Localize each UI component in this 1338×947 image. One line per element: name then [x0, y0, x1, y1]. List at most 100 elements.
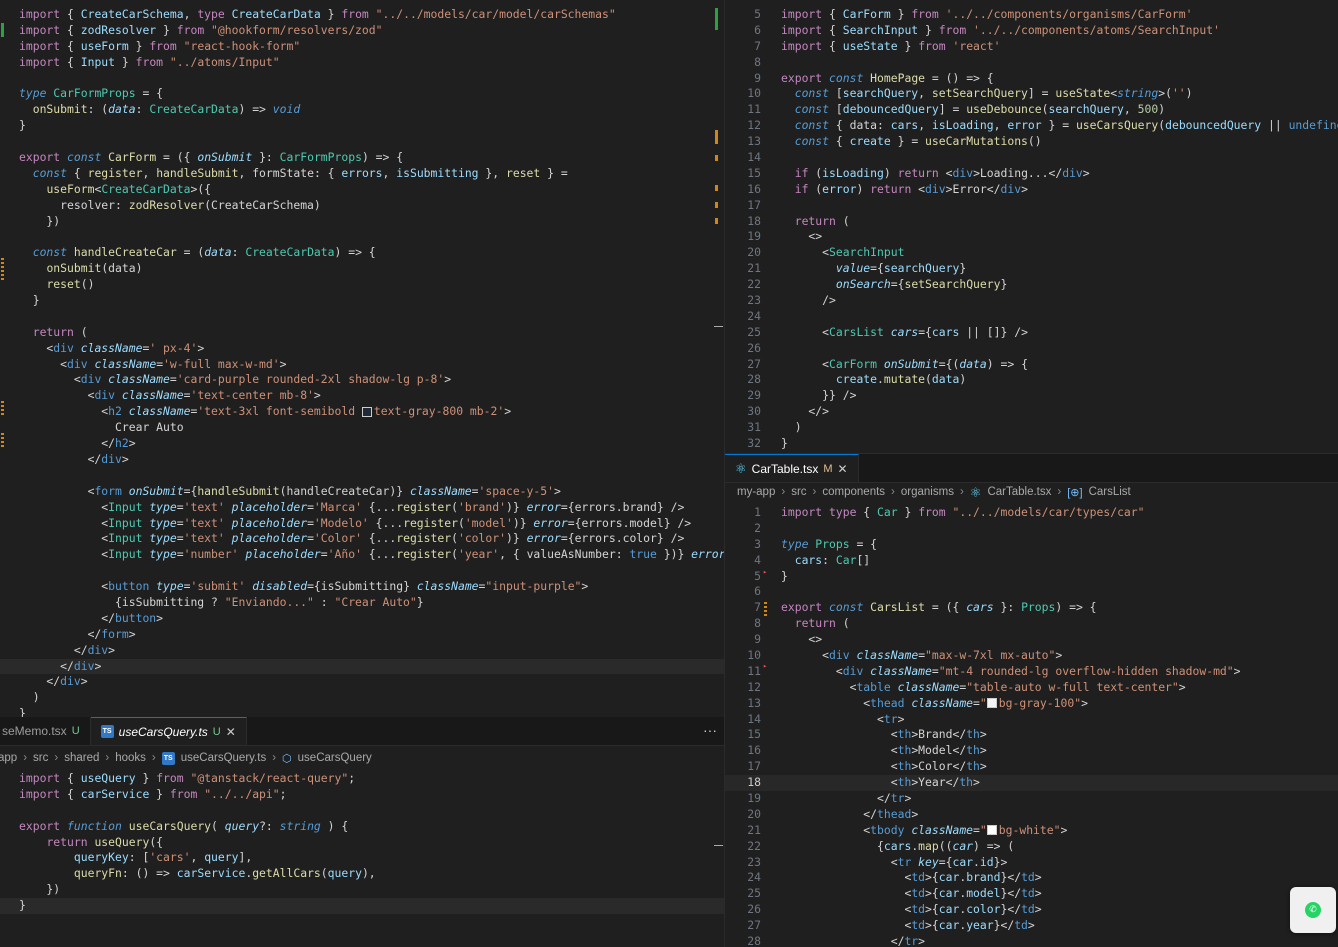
code-line[interactable]: 20 <SearchInput: [725, 245, 1338, 261]
code-line[interactable]: 13 <thead className=" bg-gray-100">: [725, 696, 1338, 712]
code-line[interactable]: 18 return (: [725, 214, 1338, 230]
code-line[interactable]: 22 {cars.map((car) => (: [725, 839, 1338, 855]
code-line[interactable]: 2: [725, 521, 1338, 537]
code-line[interactable]: }): [0, 214, 724, 230]
code-line[interactable]: 11 <div className="mt-4 rounded-lg overf…: [725, 664, 1338, 680]
code-line[interactable]: </div>: [0, 658, 724, 675]
left-bottom-code-editor[interactable]: import { useQuery } from "@tanstack/reac…: [0, 771, 724, 947]
tab-usememo[interactable]: seMemo.tsx U: [0, 717, 91, 745]
code-line[interactable]: 23 <tr key={car.id}>: [725, 855, 1338, 871]
code-line[interactable]: 6 import { SearchInput } from '../../comp…: [725, 23, 1338, 39]
code-line[interactable]: <div className='w-full max-w-md'>: [0, 357, 724, 373]
code-line[interactable]: <Input type='text' placeholder='Modelo' …: [0, 516, 724, 532]
code-line[interactable]: 28 </tr>: [725, 934, 1338, 947]
breadcrumb-item[interactable]: my-app: [737, 486, 775, 498]
close-icon[interactable]: ✕: [226, 725, 236, 739]
right-top-code-editor[interactable]: 5 import { CarForm } from '../../componen…: [725, 7, 1338, 453]
code-line[interactable]: 7 import { useState } from 'react': [725, 39, 1338, 55]
code-line[interactable]: }: [0, 706, 724, 717]
code-line[interactable]: import { useForm } from "react-hook-form…: [0, 39, 724, 55]
code-line[interactable]: 29 }} />: [725, 388, 1338, 404]
code-line[interactable]: 12 <table className="table-auto w-full t…: [725, 680, 1338, 696]
code-line[interactable]: [0, 229, 724, 245]
color-swatch-icon[interactable]: [361, 406, 372, 417]
code-line[interactable]: 7 export const CarsList = ({ cars }: Prop…: [725, 600, 1338, 616]
code-line[interactable]: 19 </tr>: [725, 791, 1338, 807]
code-line[interactable]: }): [0, 882, 724, 898]
code-line[interactable]: 9 <>: [725, 632, 1338, 648]
code-line[interactable]: 3 type Props = {: [725, 537, 1338, 553]
code-line[interactable]: 25 <td>{car.model}</td>: [725, 886, 1338, 902]
code-line[interactable]: 22 onSearch={setSearchQuery}: [725, 277, 1338, 293]
code-line[interactable]: ): [0, 690, 724, 706]
code-line[interactable]: </button>: [0, 611, 724, 627]
code-line[interactable]: 16 if (error) return <div>Error</div>: [725, 182, 1338, 198]
code-line[interactable]: 12 const { data: cars, isLoading, error …: [725, 118, 1338, 134]
code-line[interactable]: type CarFormProps = {: [0, 86, 724, 102]
code-line[interactable]: [0, 309, 724, 325]
code-line[interactable]: </h2>: [0, 436, 724, 452]
code-line[interactable]: 17 <th>Color</th>: [725, 759, 1338, 775]
code-line[interactable]: 19 <>: [725, 229, 1338, 245]
breadcrumb-item[interactable]: components: [822, 486, 885, 498]
code-line[interactable]: 28 create.mutate(data): [725, 372, 1338, 388]
breadcrumb-item[interactable]: hooks: [115, 752, 146, 764]
right-bottom-code-editor[interactable]: 1 import type { Car } from "../../models/…: [725, 505, 1338, 947]
code-line[interactable]: 5}: [725, 569, 1338, 585]
code-line[interactable]: 30 </>: [725, 404, 1338, 420]
code-line[interactable]: 15 if (isLoading) return <div>Loading...…: [725, 166, 1338, 182]
code-line[interactable]: onSubmit(data): [0, 261, 724, 277]
code-line[interactable]: 24 <td>{car.brand}</td>: [725, 870, 1338, 886]
code-line[interactable]: useForm<CreateCarData>({: [0, 182, 724, 198]
color-swatch-icon[interactable]: [986, 698, 997, 709]
code-line[interactable]: <Input type='text' placeholder='Marca' {…: [0, 500, 724, 516]
code-line[interactable]: [0, 134, 724, 150]
code-line[interactable]: <Input type='text' placeholder='Color' {…: [0, 531, 724, 547]
code-line[interactable]: import { zodResolver } from "@hookform/r…: [0, 23, 724, 39]
code-line[interactable]: 14: [725, 150, 1338, 166]
code-line[interactable]: onSubmit: (data: CreateCarData) => void: [0, 102, 724, 118]
whatsapp-floating-button[interactable]: ✆: [1290, 887, 1336, 933]
breadcrumb-item[interactable]: useCarsQuery.ts: [181, 752, 266, 764]
code-line[interactable]: 21 <tbody className=" bg-white">: [725, 823, 1338, 839]
code-line[interactable]: </form>: [0, 627, 724, 643]
code-line[interactable]: 6: [725, 584, 1338, 600]
code-line[interactable]: 31 ): [725, 420, 1338, 436]
code-line[interactable]: [0, 563, 724, 579]
tab-car-table[interactable]: ⚛ CarTable.tsx M ✕: [725, 454, 859, 482]
code-line[interactable]: </div>: [0, 674, 724, 690]
code-line[interactable]: {isSubmitting ? "Enviando..." : "Crear A…: [0, 595, 724, 611]
code-line[interactable]: const { register, handleSubmit, formStat…: [0, 166, 724, 182]
code-line[interactable]: [0, 468, 724, 484]
code-line[interactable]: 9 export const HomePage = () => {: [725, 71, 1338, 87]
close-icon[interactable]: ✕: [838, 462, 848, 476]
code-line[interactable]: 26 <td>{car.color}</td>: [725, 902, 1338, 918]
code-line[interactable]: [0, 71, 724, 87]
breadcrumb-item[interactable]: CarsList: [1089, 486, 1131, 498]
code-line[interactable]: </div>: [0, 643, 724, 659]
code-line[interactable]: <form onSubmit={handleSubmit(handleCreat…: [0, 484, 724, 500]
code-line[interactable]: }: [0, 118, 724, 134]
code-line[interactable]: }: [0, 898, 724, 915]
code-line[interactable]: const handleCreateCar = (data: CreateCar…: [0, 245, 724, 261]
code-line[interactable]: [0, 803, 724, 819]
breadcrumb-item[interactable]: src: [33, 752, 48, 764]
breadcrumb-item[interactable]: shared: [64, 752, 99, 764]
code-line[interactable]: 18 <th>Year</th>: [725, 775, 1338, 792]
code-line[interactable]: resolver: zodResolver(CreateCarSchema): [0, 198, 724, 214]
color-swatch-icon[interactable]: [986, 825, 997, 836]
code-line[interactable]: 26: [725, 341, 1338, 357]
code-line[interactable]: <button type='submit' disabled={isSubmit…: [0, 579, 724, 595]
code-line[interactable]: 24: [725, 309, 1338, 325]
code-line[interactable]: queryFn: () => carService.getAllCars(que…: [0, 866, 724, 882]
breadcrumb-item[interactable]: organisms: [901, 486, 954, 498]
code-line[interactable]: 17: [725, 198, 1338, 214]
code-line[interactable]: 16 <th>Model</th>: [725, 743, 1338, 759]
code-line[interactable]: }: [0, 293, 724, 309]
code-line[interactable]: <Input type='number' placeholder='Año' {…: [0, 547, 724, 563]
code-line[interactable]: 13 const { create } = useCarMutations(): [725, 134, 1338, 150]
code-line[interactable]: 14 <tr>: [725, 712, 1338, 728]
breadcrumb-item[interactable]: app: [0, 752, 17, 764]
code-line[interactable]: 23 />: [725, 293, 1338, 309]
code-line[interactable]: <h2 className='text-3xl font-semibold te…: [0, 404, 724, 420]
